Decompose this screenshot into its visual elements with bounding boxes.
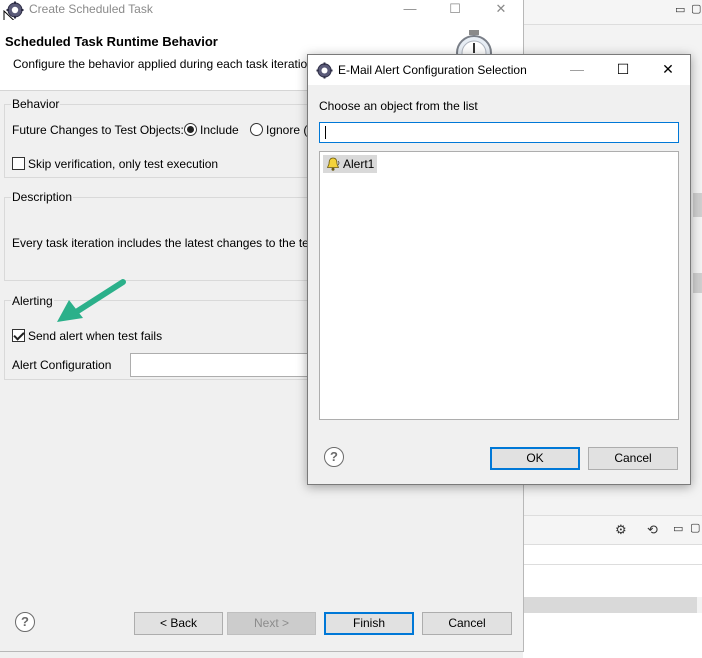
cancel-button[interactable]: Cancel: [422, 612, 512, 635]
alerting-group-label: Alerting: [11, 294, 54, 308]
minimize-button[interactable]: —: [390, 0, 430, 20]
dialog-maximize-button[interactable]: ☐: [600, 55, 646, 85]
ignore-radio[interactable]: [250, 123, 263, 136]
ide-scroll-thumb-2[interactable]: [693, 273, 702, 293]
ide-scroll-thumb[interactable]: [693, 193, 702, 217]
list-item-label: Alert1: [343, 157, 375, 171]
dialog-minimize-button[interactable]: —: [554, 55, 600, 85]
ide-view-toolbar: ⚙ ⟲ ▭ ▢: [523, 515, 702, 545]
maximize-button[interactable]: ☐: [435, 0, 475, 20]
object-list[interactable]: Alert1: [319, 151, 679, 420]
send-alert-label[interactable]: Send alert when test fails: [28, 329, 162, 343]
sync-icon[interactable]: ⚙: [615, 522, 627, 538]
wizard-titlebar: Create Scheduled Task — ☐ ✕: [0, 0, 523, 28]
description-group-label: Description: [11, 190, 74, 204]
ide-content-lower: [523, 613, 702, 658]
email-alert-selection-dialog: E-Mail Alert Configuration Selection — ☐…: [307, 54, 691, 485]
back-button[interactable]: < Back: [134, 612, 223, 635]
finish-button[interactable]: Finish: [324, 612, 414, 635]
list-item[interactable]: Alert1: [323, 155, 378, 173]
text-caret: [325, 126, 326, 139]
alert-configuration-field[interactable]: [130, 353, 320, 377]
ide-selected-row: [523, 597, 697, 613]
ok-button[interactable]: OK: [490, 447, 580, 470]
dialog-titlebar: E-Mail Alert Configuration Selection — ☐…: [308, 55, 690, 85]
description-text: Every task iteration includes the latest…: [12, 236, 315, 250]
dialog-gear-icon: [316, 62, 333, 79]
filter-input[interactable]: [319, 122, 679, 143]
ide-content: [523, 565, 702, 597]
dialog-title: E-Mail Alert Configuration Selection: [338, 63, 527, 77]
wizard-title: Create Scheduled Task: [29, 2, 153, 16]
annotation-arrow-icon: [57, 279, 126, 322]
maximize-view-icon[interactable]: ▢: [690, 521, 700, 534]
dialog-help-icon[interactable]: ?: [324, 447, 344, 467]
ignore-radio-label[interactable]: Ignore (: [266, 123, 307, 137]
skip-verification-checkbox[interactable]: [12, 157, 25, 170]
close-button[interactable]: ✕: [481, 0, 521, 20]
minimize-view-icon[interactable]: ▭: [673, 522, 683, 535]
bell-alert-icon: [326, 157, 340, 171]
dialog-cancel-button[interactable]: Cancel: [588, 447, 678, 470]
help-icon[interactable]: ?: [15, 612, 35, 632]
page-title: Scheduled Task Runtime Behavior: [5, 34, 218, 49]
send-alert-checkbox[interactable]: [12, 329, 25, 342]
page-description: Configure the behavior applied during ea…: [13, 57, 308, 71]
include-radio-label[interactable]: Include: [200, 123, 239, 137]
behavior-group-label: Behavior: [11, 97, 61, 111]
next-button[interactable]: Next >: [227, 612, 316, 635]
skip-verification-label[interactable]: Skip verification, only test execution: [28, 157, 218, 171]
ide-tab-row: [523, 545, 702, 565]
minimize-icon[interactable]: ▭: [675, 3, 685, 16]
refresh-icon[interactable]: ⟲: [647, 522, 658, 538]
alert-configuration-label: Alert Configuration: [12, 358, 112, 372]
ide-top-strip: ▭ ▢: [523, 0, 702, 25]
maximize-icon[interactable]: ▢: [691, 2, 701, 15]
future-changes-label: Future Changes to Test Objects:: [12, 123, 184, 137]
include-radio[interactable]: [184, 123, 197, 136]
dialog-prompt: Choose an object from the list: [319, 99, 478, 113]
dialog-close-button[interactable]: ✕: [645, 55, 691, 85]
